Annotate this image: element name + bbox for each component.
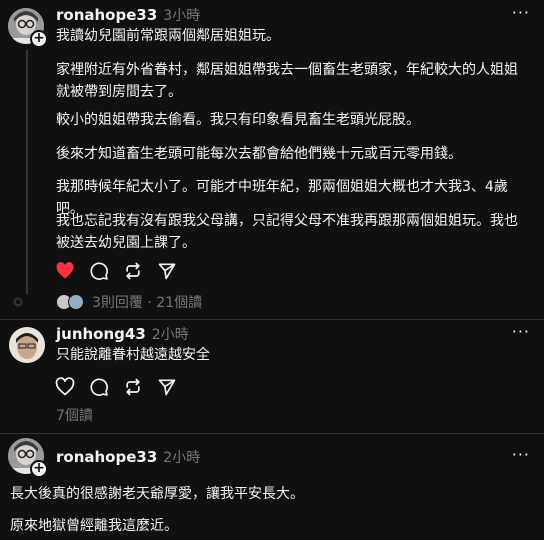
- replies-count[interactable]: 3則回覆: [92, 295, 143, 311]
- plus-icon[interactable]: +: [30, 30, 48, 48]
- post-text: 後來才知道畜生老頭可能每次去都會給他們幾十元或百元零用錢。: [56, 146, 462, 162]
- post-header: ronahope33 2小時: [56, 447, 200, 467]
- divider: [0, 319, 544, 320]
- views-count: 7個讀: [56, 408, 93, 424]
- thread-end-dot: [13, 297, 23, 307]
- reply-avatars: [56, 294, 84, 310]
- post-text: 只能說離眷村越遠越安全: [56, 347, 210, 363]
- post-header: junhong43 2小時: [56, 324, 189, 344]
- username[interactable]: junhong43: [56, 325, 146, 343]
- post-text: 長大後真的很感謝老天爺厚愛，讓我平安長大。: [10, 486, 304, 502]
- thread-line: [26, 50, 28, 294]
- post-text: 較小的姐姐帶我去偷看。我只有印象看見畜生老頭光屁股。: [56, 112, 420, 128]
- action-bar: [55, 261, 177, 281]
- repost-icon[interactable]: [123, 261, 143, 281]
- post-text: 原來地獄曾經離我這麼近。: [10, 518, 178, 534]
- plus-icon[interactable]: +: [30, 460, 48, 478]
- heart-icon[interactable]: [55, 261, 75, 281]
- username[interactable]: ronahope33: [56, 6, 157, 24]
- mini-avatar: [68, 294, 84, 310]
- avatar[interactable]: +: [8, 438, 48, 478]
- post-stats[interactable]: 3則回覆 · 21個讀: [92, 292, 202, 312]
- username[interactable]: ronahope33: [56, 448, 157, 466]
- comment-icon[interactable]: [89, 261, 109, 281]
- timestamp[interactable]: 2小時: [163, 447, 200, 467]
- post-text: 家裡附近有外省眷村，鄰居姐姐帶我去一個畜生老頭家，年紀較大的人姐姐就被帶到房間去…: [56, 62, 518, 100]
- share-icon[interactable]: [157, 261, 177, 281]
- more-icon[interactable]: ···: [512, 322, 530, 341]
- timestamp[interactable]: 3小時: [163, 5, 200, 25]
- share-icon[interactable]: [157, 377, 177, 397]
- action-bar: [55, 377, 177, 397]
- post-text: 我也忘記我有沒有跟我父母講，只記得父母不准我再跟那兩個姐姐玩。我也被送去幼兒園上…: [56, 213, 518, 251]
- timestamp[interactable]: 2小時: [152, 324, 189, 344]
- more-icon[interactable]: ···: [512, 445, 530, 464]
- divider: [0, 433, 544, 434]
- post-header: ronahope33 3小時: [56, 5, 200, 25]
- separator: ·: [147, 295, 152, 311]
- avatar[interactable]: [9, 327, 45, 363]
- repost-icon[interactable]: [123, 377, 143, 397]
- post-text: 我讀幼兒園前常跟兩個鄰居姐姐玩。: [56, 28, 280, 44]
- avatar[interactable]: +: [8, 8, 48, 48]
- comment-icon[interactable]: [89, 377, 109, 397]
- heart-icon[interactable]: [55, 377, 75, 397]
- views-count: 21個讀: [156, 295, 203, 311]
- avatar-image: [9, 327, 45, 363]
- more-icon[interactable]: ···: [512, 3, 530, 22]
